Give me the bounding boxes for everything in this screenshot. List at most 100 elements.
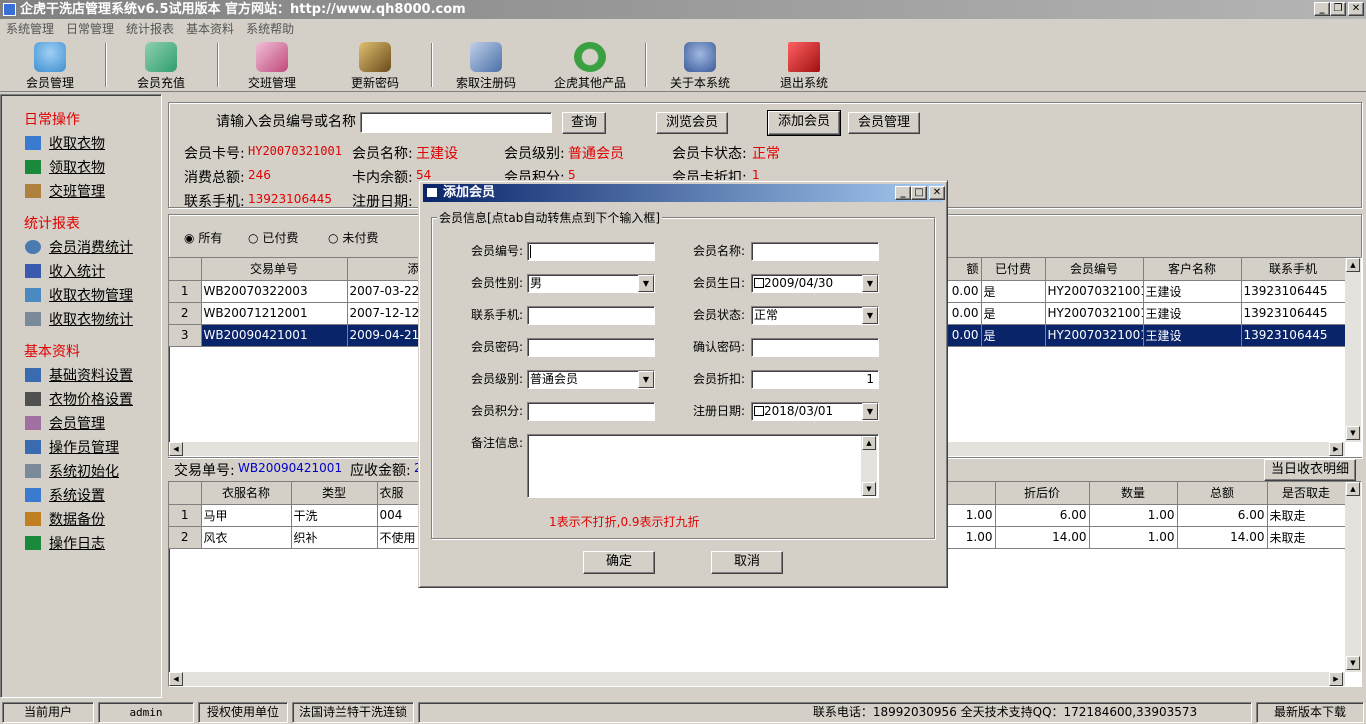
member-name-input[interactable] — [751, 242, 879, 261]
sidebar-item-price[interactable]: 衣物价格设置 — [25, 389, 133, 409]
sidebar-item-pickup[interactable]: 领取衣物 — [25, 157, 105, 177]
menu-help[interactable]: 系统帮助 — [240, 19, 300, 39]
col-after-price[interactable]: 折后价 — [995, 482, 1090, 505]
discount-input[interactable]: 1 — [751, 370, 879, 389]
dialog-minimize-button[interactable]: _ — [895, 186, 911, 200]
add-member-dialog: 添加会员 _ □ ✕ 会员信息[点tab自动转焦点到下个输入框] 会员编号: 会… — [418, 180, 948, 588]
col-paid[interactable]: 已付费 — [981, 258, 1046, 281]
dialog-maximize-button[interactable]: □ — [911, 186, 927, 200]
gender-select[interactable]: 男 ▼ — [527, 274, 655, 293]
detail-vscrollbar[interactable]: ▲ ▼ — [1345, 482, 1361, 672]
menu-reports[interactable]: 统计报表 — [120, 19, 180, 39]
add-member-button[interactable]: 添加会员 — [767, 110, 841, 136]
remark-textarea[interactable] — [527, 434, 879, 498]
orders-vscrollbar[interactable]: ▲ ▼ — [1345, 258, 1361, 442]
toolbar-products-button[interactable]: 企虎其他产品 — [540, 40, 640, 92]
licensee-value: 法国诗兰特干洗连锁 — [292, 702, 414, 723]
filter-all[interactable]: ◉ 所有 — [184, 229, 222, 246]
restore-button[interactable]: ❐ — [1330, 2, 1346, 16]
sidebar-item-shift[interactable]: 交班管理 — [25, 181, 105, 201]
toolbar-password-button[interactable]: 更新密码 — [325, 40, 425, 92]
sidebar-item-member-stats[interactable]: 会员消费统计 — [25, 237, 133, 257]
chevron-down-icon[interactable]: ▼ — [638, 371, 654, 388]
scroll-left-icon[interactable]: ◀ — [169, 442, 183, 456]
phone-label: 联系手机: — [184, 194, 245, 210]
scroll-left-icon[interactable]: ◀ — [169, 672, 183, 686]
filter-paid[interactable]: ○ 已付费 — [248, 229, 298, 246]
member-manage-button[interactable]: 会员管理 — [848, 112, 920, 134]
sidebar-item-basic-settings[interactable]: 基础资料设置 — [25, 365, 133, 385]
clothes-manage-icon — [25, 288, 41, 302]
download-link[interactable]: 最新版本下载 — [1256, 702, 1364, 723]
col-clothes-name[interactable]: 衣服名称 — [201, 482, 292, 505]
status-select[interactable]: 正常 ▼ — [751, 306, 879, 325]
sidebar-item-member[interactable]: 会员管理 — [25, 413, 105, 433]
sidebar-item-operator[interactable]: 操作员管理 — [25, 437, 119, 457]
sidebar-item-clothes-manage[interactable]: 收取衣物管理 — [25, 285, 133, 305]
sidebar-item-income[interactable]: 收入统计 — [25, 261, 105, 281]
chevron-down-icon[interactable]: ▼ — [862, 275, 878, 292]
remark-label: 备注信息: — [470, 436, 523, 450]
search-input[interactable] — [360, 112, 552, 133]
member-id-input[interactable] — [527, 242, 655, 261]
scroll-down-icon[interactable]: ▼ — [862, 482, 876, 496]
level-select[interactable]: 普通会员 ▼ — [527, 370, 655, 389]
chevron-down-icon[interactable]: ▼ — [638, 275, 654, 292]
scroll-right-icon[interactable]: ▶ — [1329, 442, 1343, 456]
scroll-up-icon[interactable]: ▲ — [862, 436, 876, 450]
toolbar-member-button[interactable]: 会员管理 — [0, 40, 100, 92]
sidebar-item-system-settings[interactable]: 系统设置 — [25, 485, 105, 505]
menu-daily[interactable]: 日常管理 — [60, 19, 120, 39]
scroll-right-icon[interactable]: ▶ — [1329, 672, 1343, 686]
col-customer[interactable]: 客户名称 — [1143, 258, 1242, 281]
today-details-button[interactable]: 当日收衣明细 — [1264, 459, 1356, 481]
toolbar-exit-button[interactable]: 退出系统 — [754, 40, 854, 92]
col-qty[interactable]: 数量 — [1089, 482, 1178, 505]
cancel-button[interactable]: 取消 — [711, 551, 783, 574]
scroll-down-icon[interactable]: ▼ — [1346, 426, 1360, 440]
points-input[interactable] — [527, 402, 655, 421]
sidebar-item-backup[interactable]: 数据备份 — [25, 509, 105, 529]
query-button[interactable]: 查询 — [562, 112, 606, 134]
password-input[interactable] — [527, 338, 655, 357]
col-type[interactable]: 类型 — [291, 482, 378, 505]
chevron-down-icon[interactable]: ▼ — [862, 307, 878, 324]
browse-member-button[interactable]: 浏览会员 — [656, 112, 728, 134]
col-member-id[interactable]: 会员编号 — [1045, 258, 1144, 281]
birthday-date-picker[interactable]: 2009/04/30 ▼ — [751, 274, 879, 293]
menu-system[interactable]: 系统管理 — [0, 19, 60, 39]
sidebar-item-receive[interactable]: 收取衣物 — [25, 133, 105, 153]
toolbar: 会员管理 会员充值 交班管理 更新密码 索取注册码 企虎其他产品 关于本系统 退… — [0, 39, 1366, 92]
col-phone[interactable]: 联系手机 — [1241, 258, 1346, 281]
checkbox-icon[interactable] — [754, 406, 764, 416]
section-daily-title: 日常操作 — [24, 112, 80, 128]
regdate-date-picker[interactable]: 2018/03/01 ▼ — [751, 402, 879, 421]
col-trade-no[interactable]: 交易单号 — [201, 258, 348, 281]
filter-unpaid[interactable]: ○ 未付费 — [328, 229, 378, 246]
sidebar-item-clothes-stats[interactable]: 收取衣物统计 — [25, 309, 133, 329]
toolbar-register-button[interactable]: 索取注册码 — [436, 40, 536, 92]
card-value: HY20070321001 — [248, 144, 342, 158]
confirm-password-input[interactable] — [751, 338, 879, 357]
phone-input[interactable] — [527, 306, 655, 325]
confirm-button[interactable]: 确定 — [583, 551, 655, 574]
toolbar-shift-button[interactable]: 交班管理 — [222, 40, 322, 92]
scroll-up-icon[interactable]: ▲ — [1346, 482, 1360, 496]
remark-scrollbar[interactable]: ▲ ▼ — [861, 436, 877, 496]
scroll-up-icon[interactable]: ▲ — [1346, 258, 1360, 272]
col-total[interactable]: 总额 — [1177, 482, 1268, 505]
minimize-button[interactable]: _ — [1314, 2, 1330, 16]
dialog-close-button[interactable]: ✕ — [929, 186, 945, 200]
sidebar-item-init[interactable]: 系统初始化 — [25, 461, 119, 481]
close-button[interactable]: ✕ — [1348, 2, 1364, 16]
checkbox-icon[interactable] — [754, 278, 764, 288]
toolbar-recharge-button[interactable]: 会员充值 — [111, 40, 211, 92]
col-taken[interactable]: 是否取走 — [1267, 482, 1346, 505]
detail-hscrollbar[interactable]: ◀ ▶ — [169, 672, 1345, 686]
sidebar-item-log[interactable]: 操作日志 — [25, 533, 105, 553]
menu-basic[interactable]: 基本资料 — [180, 19, 240, 39]
chevron-down-icon[interactable]: ▼ — [862, 403, 878, 420]
refresh-icon — [574, 42, 606, 72]
toolbar-about-button[interactable]: 关于本系统 — [650, 40, 750, 92]
scroll-down-icon[interactable]: ▼ — [1346, 656, 1360, 670]
